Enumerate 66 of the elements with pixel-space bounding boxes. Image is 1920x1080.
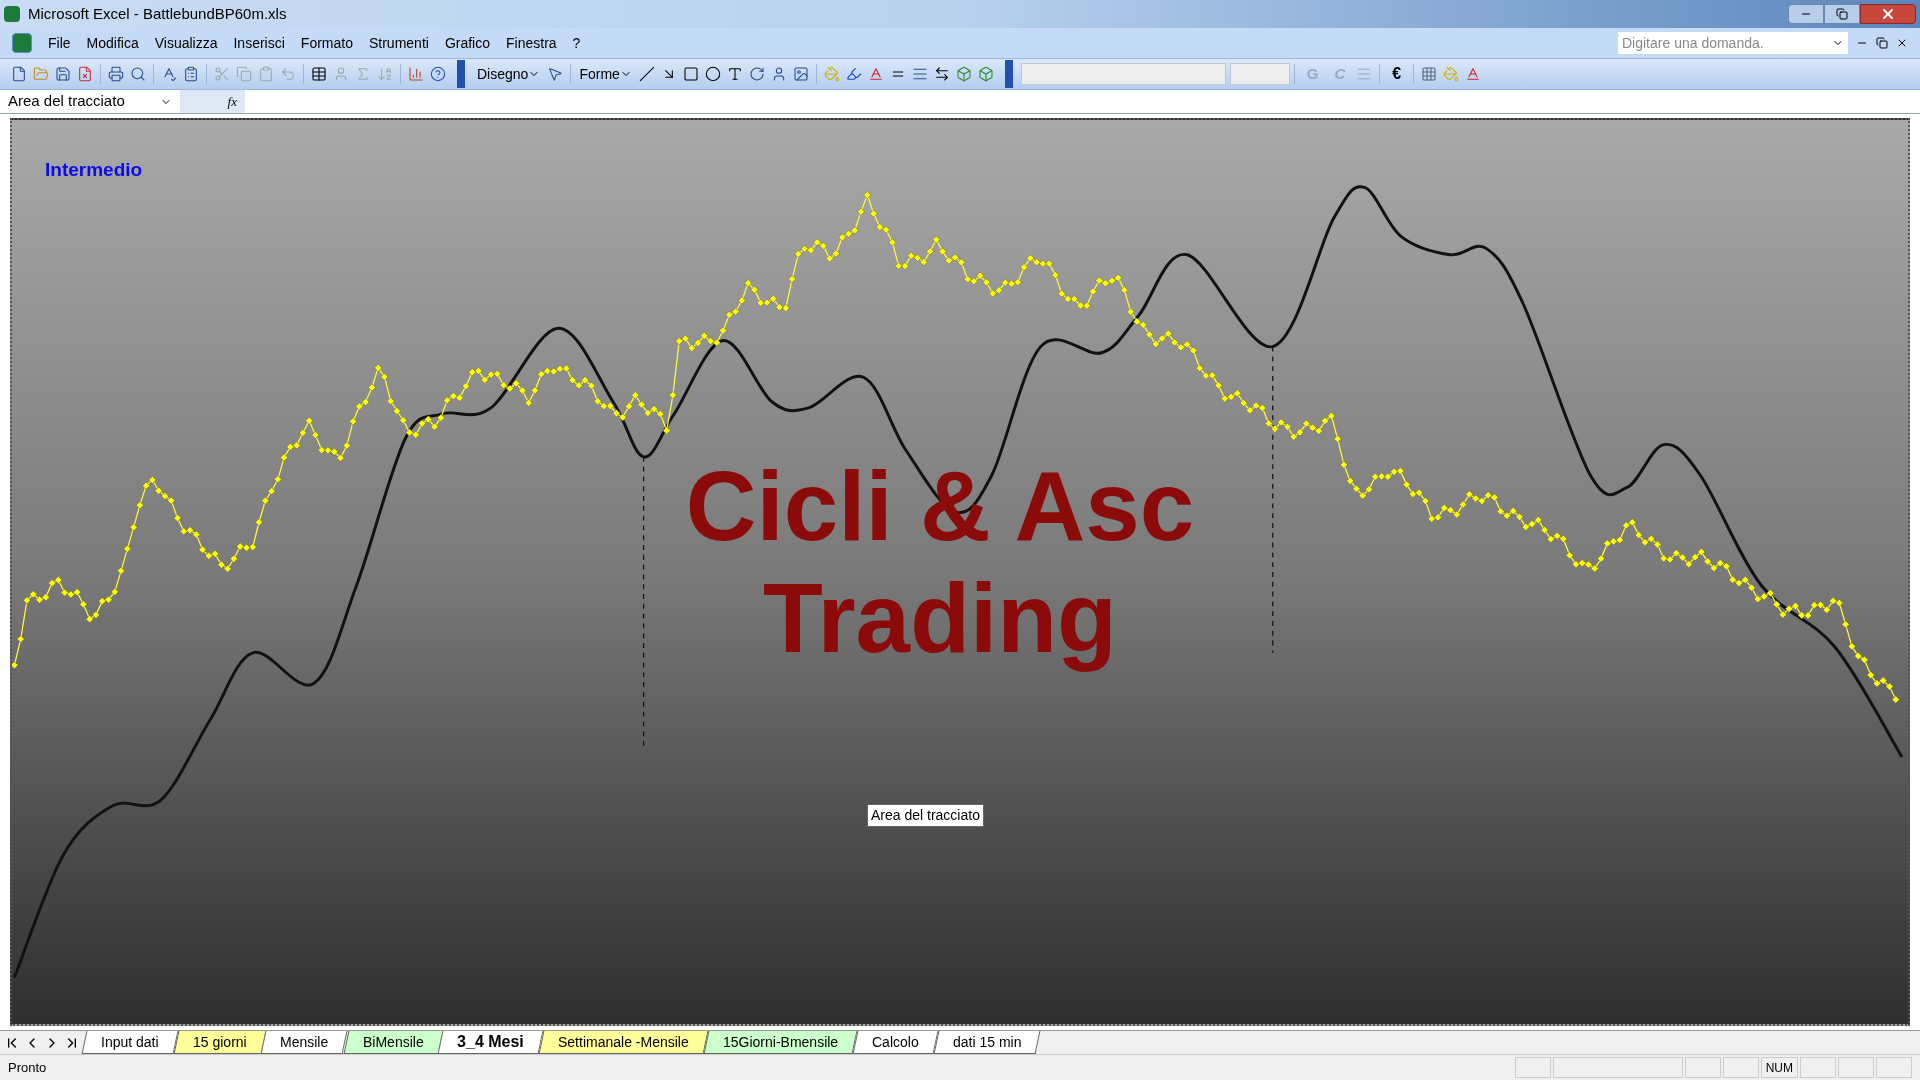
- sheet-tab[interactable]: 15 giorni: [173, 1031, 266, 1054]
- menu-item[interactable]: Inserisci: [225, 32, 293, 54]
- menu-item[interactable]: ?: [564, 32, 589, 54]
- line-icon[interactable]: [638, 66, 655, 82]
- drawing-menu[interactable]: Disegno: [473, 63, 545, 85]
- fill-color-icon[interactable]: [1443, 66, 1460, 82]
- restore-button[interactable]: [1824, 4, 1860, 24]
- sheet-tab[interactable]: 15Giorni-Bmensile: [703, 1031, 858, 1054]
- dash-style-icon[interactable]: [911, 66, 928, 82]
- help-question-field[interactable]: Digitare una domanda.: [1618, 32, 1848, 54]
- menu-item[interactable]: Visualizza: [146, 32, 226, 54]
- new-file-icon[interactable]: [11, 66, 27, 82]
- rectangle-icon[interactable]: [682, 66, 699, 82]
- restore-icon: [1836, 8, 1848, 20]
- toolbar-options-handle[interactable]: [457, 60, 465, 88]
- oval-icon[interactable]: [704, 66, 721, 82]
- spreadsheet-icon[interactable]: [12, 33, 32, 53]
- sheet-tab[interactable]: Settimanale -Mensile: [538, 1031, 709, 1054]
- arrow-style-icon[interactable]: [933, 66, 950, 82]
- status-text: Pronto: [7, 1058, 48, 1077]
- minimize-button[interactable]: [1788, 4, 1824, 24]
- font-size-field[interactable]: [1229, 63, 1290, 85]
- document-icon[interactable]: [77, 66, 93, 82]
- sheet-tab[interactable]: BiMensile: [343, 1031, 443, 1054]
- status-indicator: NUM: [1760, 1057, 1798, 1078]
- font-name-field[interactable]: [1020, 63, 1226, 85]
- borders-icon[interactable]: [1421, 66, 1438, 82]
- overlay-heading: Trading: [763, 562, 1117, 674]
- save-icon[interactable]: [55, 66, 71, 82]
- menu-item[interactable]: Modifica: [78, 32, 147, 54]
- font-color-icon[interactable]: [1465, 66, 1482, 82]
- sheet-tab[interactable]: Input dati: [81, 1031, 179, 1054]
- menu-item[interactable]: Strumenti: [360, 32, 437, 54]
- pointer-icon[interactable]: [547, 66, 564, 82]
- restore-icon[interactable]: [1876, 37, 1888, 49]
- window-title: Microsoft Excel - BattlebundBP60m.xls: [28, 3, 287, 24]
- toolbar-options-handle[interactable]: [1004, 60, 1013, 88]
- spell-check-icon[interactable]: [161, 66, 177, 82]
- chart-icon[interactable]: [408, 66, 424, 82]
- menu-item[interactable]: File: [40, 32, 79, 54]
- chart-label: Intermedio: [45, 158, 143, 182]
- close-icon: [1880, 6, 1896, 22]
- menu-item[interactable]: Finestra: [498, 32, 565, 54]
- text-box-icon[interactable]: [726, 66, 743, 82]
- line-color-icon[interactable]: [845, 66, 862, 82]
- fill-color-icon[interactable]: [823, 66, 840, 82]
- sheet-tab[interactable]: Mensile: [260, 1031, 348, 1054]
- close-icon[interactable]: [1896, 37, 1908, 49]
- magnifier-icon[interactable]: [130, 66, 146, 82]
- help-icon[interactable]: [430, 66, 446, 82]
- sheet-tab[interactable]: 3_4 Mesi: [437, 1031, 544, 1054]
- sheet-tab[interactable]: dati 15 min: [933, 1031, 1041, 1054]
- folder-icon[interactable]: [33, 66, 49, 82]
- close-button[interactable]: [1860, 4, 1916, 24]
- sheet-tab[interactable]: Calcolo: [852, 1031, 939, 1054]
- currency-button[interactable]: €: [1384, 62, 1410, 86]
- three-d-icon[interactable]: [977, 66, 994, 82]
- menu-item[interactable]: Formato: [292, 32, 361, 54]
- spreadsheet-icon: [4, 6, 20, 22]
- tooltip: Area del tracciato: [867, 804, 984, 827]
- image-icon[interactable]: [792, 66, 809, 82]
- font-color-icon[interactable]: [867, 66, 884, 82]
- shapes-menu[interactable]: Forme: [575, 63, 636, 85]
- menu-item[interactable]: Grafico: [436, 32, 498, 54]
- printer-icon[interactable]: [108, 66, 124, 82]
- function-label[interactable]: fx: [180, 90, 245, 113]
